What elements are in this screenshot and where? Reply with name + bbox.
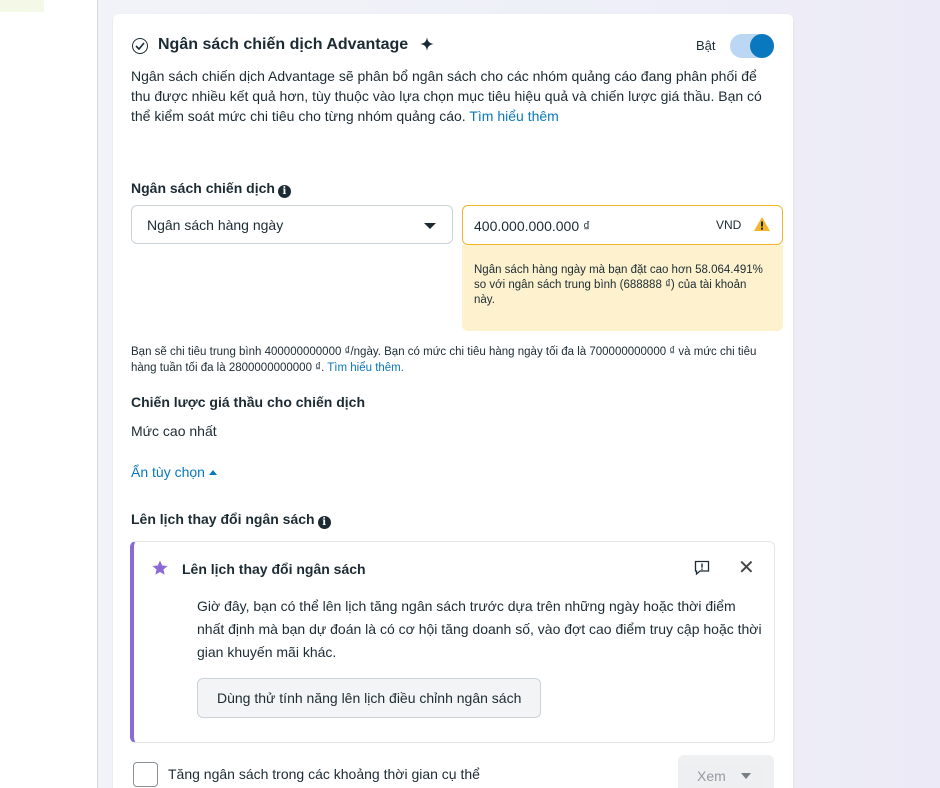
section-title: Ngân sách chiến dịch Advantage — [158, 36, 409, 53]
advantage-budget-toggle[interactable] — [730, 34, 774, 58]
spend-note: Bạn sẽ chi tiêu trung bình 400000000000 … — [131, 344, 771, 376]
panel-divider — [97, 0, 98, 788]
schedule-label: Lên lịch thay đổi ngân sách i — [131, 511, 331, 529]
warning-icon — [753, 216, 771, 237]
left-panel — [0, 0, 97, 788]
info-icon[interactable]: i — [317, 516, 331, 529]
bid-strategy-value: Mức cao nhất — [131, 423, 217, 439]
left-panel-highlight — [0, 0, 44, 12]
star-icon — [151, 559, 169, 582]
budget-amount-value: 400.000.000.000 ₫ — [474, 218, 591, 234]
view-button-label: Xem — [697, 768, 726, 784]
promo-title: Lên lịch thay đổi ngân sách — [182, 561, 366, 577]
chevron-down-icon — [741, 773, 751, 779]
sparkle-icon — [419, 36, 435, 52]
check-circle-icon — [132, 38, 148, 54]
chevron-down-icon — [424, 223, 436, 229]
budget-card: Ngân sách chiến dịch Advantage Bật Ngân … — [113, 14, 793, 788]
budget-type-select[interactable]: Ngân sách hàng ngày — [131, 205, 453, 244]
budget-label: Ngân sách chiến dịch i — [131, 180, 291, 198]
hide-options-link[interactable]: Ẩn tùy chọn — [131, 464, 217, 480]
budget-amount-input[interactable]: 400.000.000.000 ₫ VND — [462, 205, 783, 245]
hide-options-text: Ẩn tùy chọn — [131, 464, 205, 480]
schedule-label-text: Lên lịch thay đổi ngân sách — [131, 511, 315, 527]
currency-label: VND — [716, 218, 742, 232]
schedule-promo-card: Lên lịch thay đổi ngân sách ✕ Giờ đây, b… — [130, 541, 775, 743]
description-text: Ngân sách chiến dịch Advantage sẽ phân b… — [131, 68, 762, 124]
budget-warning: Ngân sách hàng ngày mà bạn đặt cao hơn 5… — [462, 245, 783, 331]
close-icon[interactable]: ✕ — [738, 558, 755, 578]
bid-strategy-label: Chiến lược giá thầu cho chiến dịch — [131, 394, 366, 410]
spend-note-text: Bạn sẽ chi tiêu trung bình 400000000000 … — [131, 346, 757, 374]
try-schedule-button[interactable]: Dùng thử tính năng lên lịch điều chỉnh n… — [197, 678, 542, 718]
budget-warning-text: Ngân sách hàng ngày mà bạn đặt cao hơn 5… — [474, 264, 763, 306]
promo-body: Giờ đây, bạn có thể lên lịch tăng ngân s… — [197, 598, 762, 660]
increase-budget-checkbox[interactable] — [133, 762, 158, 787]
increase-budget-label: Tăng ngân sách trong các khoảng thời gia… — [168, 766, 480, 782]
section-description: Ngân sách chiến dịch Advantage sẽ phân b… — [131, 66, 771, 126]
spend-learn-more-link[interactable]: Tìm hiểu thêm. — [327, 362, 404, 374]
info-icon[interactable]: i — [277, 185, 291, 198]
toggle-knob — [750, 34, 774, 58]
budget-label-text: Ngân sách chiến dịch — [131, 180, 275, 196]
toggle-label: Bật — [696, 38, 716, 53]
learn-more-link[interactable]: Tìm hiểu thêm — [469, 108, 558, 124]
feedback-icon[interactable] — [693, 559, 711, 582]
budget-type-value: Ngân sách hàng ngày — [147, 217, 284, 233]
caret-up-icon — [208, 470, 217, 475]
view-button[interactable]: Xem — [678, 755, 774, 788]
